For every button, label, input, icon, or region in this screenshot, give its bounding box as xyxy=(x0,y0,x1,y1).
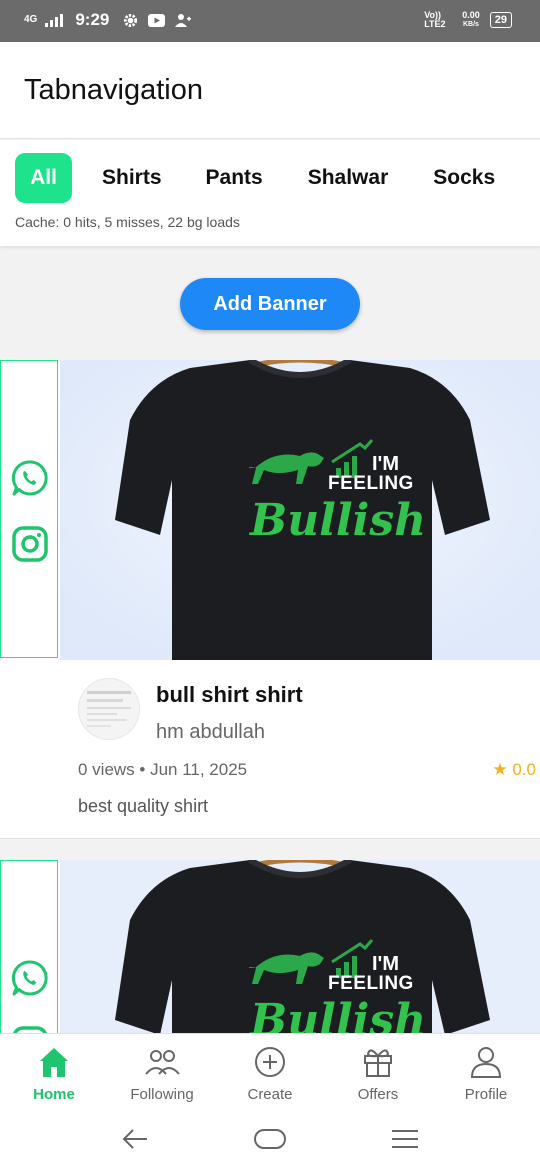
whatsapp-icon[interactable] xyxy=(11,959,49,997)
banner-text-feeling: FEELING xyxy=(328,473,414,494)
gift-icon xyxy=(364,1049,392,1077)
back-icon[interactable] xyxy=(120,1124,150,1154)
post-card[interactable]: I'M FEELING Bullish bull shirt shirt hm … xyxy=(0,360,540,839)
tab-all[interactable]: All xyxy=(15,153,72,203)
nav-create[interactable]: Create xyxy=(216,1034,324,1111)
tab-socks[interactable]: Socks xyxy=(433,153,495,203)
nav-following-label: Following xyxy=(130,1086,194,1103)
person-add-icon xyxy=(175,13,192,27)
net-speed-unit: KB/s xyxy=(463,21,479,28)
gear-icon xyxy=(124,13,138,27)
nav-offers-label: Offers xyxy=(357,1086,399,1103)
whatsapp-icon[interactable] xyxy=(11,459,49,497)
app-bar: Tabnavigation xyxy=(0,42,540,139)
nav-following[interactable]: Following xyxy=(108,1034,216,1111)
bottom-navigation: Home Following Create Offers Profile xyxy=(0,1033,540,1111)
home-pill-icon[interactable] xyxy=(254,1124,286,1154)
nav-home-label: Home xyxy=(33,1086,75,1103)
nav-create-label: Create xyxy=(247,1086,293,1103)
social-share-bar xyxy=(0,360,58,658)
instagram-icon[interactable] xyxy=(11,525,49,563)
battery-indicator: 29 xyxy=(489,12,512,28)
post-title[interactable]: bull shirt shirt xyxy=(156,682,303,708)
tab-shirts[interactable]: Shirts xyxy=(102,153,162,203)
net-speed: 0.00 xyxy=(462,10,480,20)
category-tabs: All Shirts Pants Shalwar Socks xyxy=(15,153,495,203)
post-description: best quality shirt xyxy=(78,796,209,816)
nav-profile-label: Profile xyxy=(464,1086,508,1103)
status-time: 9:29 xyxy=(75,10,110,29)
avatar[interactable] xyxy=(78,678,140,740)
post-banner-image[interactable]: I'M FEELING Bullish xyxy=(60,360,540,660)
banner-text-feeling: FEELING xyxy=(328,973,414,994)
youtube-icon xyxy=(148,13,166,27)
nav-home[interactable]: Home xyxy=(0,1034,108,1111)
avatar-image xyxy=(87,691,131,727)
banner-text-bullish: Bullish xyxy=(250,995,427,1035)
people-icon xyxy=(145,1050,180,1075)
status-bar: 4G 9:29 Vo)) LTE2 0.00 KB/s 29 xyxy=(0,0,540,42)
plus-circle-icon xyxy=(255,1047,285,1077)
cache-status: Cache: 0 hits, 5 misses, 22 bg loads xyxy=(15,214,240,230)
tab-shalwar[interactable]: Shalwar xyxy=(308,153,389,203)
social-share-bar xyxy=(0,860,58,1035)
network-type: 4G xyxy=(24,14,38,25)
nav-offers[interactable]: Offers xyxy=(324,1034,432,1111)
person-icon xyxy=(470,1047,502,1078)
system-navigation-bar xyxy=(0,1110,540,1170)
nav-profile[interactable]: Profile xyxy=(432,1034,540,1111)
banner-text-bullish: Bullish xyxy=(250,495,427,546)
post-meta: 0 views • Jun 11, 2025 xyxy=(78,760,248,779)
tab-pants[interactable]: Pants xyxy=(206,153,263,203)
category-tabs-panel: All Shirts Pants Shalwar Socks Cache: 0 … xyxy=(0,140,540,246)
signal-icon xyxy=(45,14,64,27)
home-icon xyxy=(40,1048,68,1077)
volte-indicator: Vo)) LTE2 xyxy=(424,10,446,29)
menu-icon[interactable] xyxy=(390,1124,420,1154)
post-card[interactable]: I'M FEELING Bullish xyxy=(0,860,540,1035)
add-banner-button[interactable]: Add Banner xyxy=(180,278,360,330)
page-title: Tabnavigation xyxy=(24,74,203,106)
post-rating: ★ 0.0 xyxy=(492,760,536,779)
post-banner-image[interactable]: I'M FEELING Bullish xyxy=(60,860,540,1035)
post-author[interactable]: hm abdullah xyxy=(156,721,265,744)
